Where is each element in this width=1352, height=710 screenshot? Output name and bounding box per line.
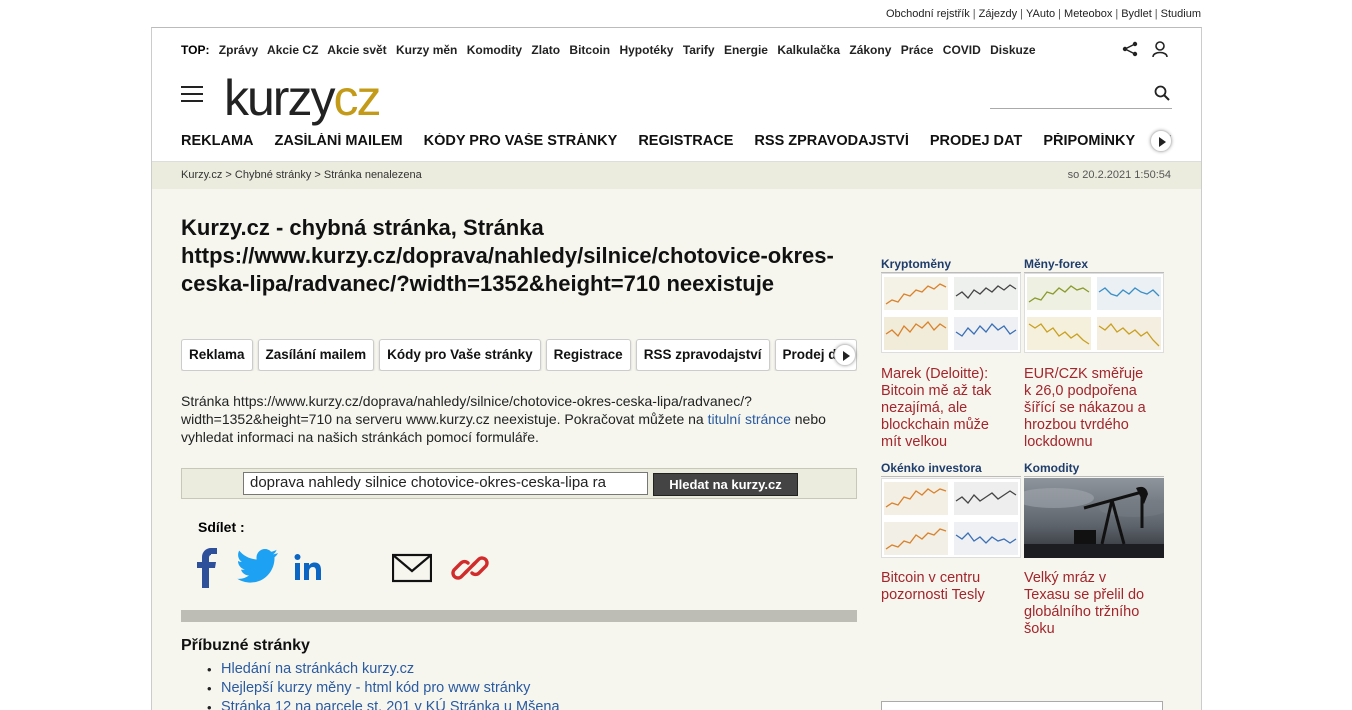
top-nav-item[interactable]: Diskuze [990,43,1035,57]
breadcrumb[interactable]: Kurzy.cz > Chybné stránky > Stránka nena… [181,169,422,181]
category-komodity[interactable]: Komodity [1024,461,1164,477]
top-nav-item[interactable]: COVID [943,43,981,57]
util-link-rejstrik[interactable]: Obchodní rejstřík [886,8,970,20]
util-link-studium[interactable]: Studium [1161,8,1201,20]
search-icon[interactable] [1154,85,1170,101]
main-nav-item[interactable]: KÓDY PRO VAŠE STRÁNKY [424,133,618,149]
pill-scroll-right-icon[interactable] [834,344,856,366]
divider-bar [181,610,857,622]
top-nav-item[interactable]: Práce [901,43,934,57]
email-icon[interactable] [392,548,432,588]
related-heading: Příbuzné stránky [181,637,310,654]
util-link-bydlet[interactable]: Bydlet [1121,8,1152,20]
related-link[interactable]: Nejlepší kurzy měny - html kód pro www s… [221,680,530,696]
homepage-link[interactable]: titulní stránce [708,411,791,427]
utility-links: Obchodní rejstřík | Zájezdy | YAuto | Meteobox… [886,8,1201,20]
main-nav-item[interactable]: PRODEJ DAT [930,133,1022,149]
top-nav-item[interactable]: Zlato [531,43,560,57]
news-link-texas-frost[interactable]: Velký mráz v Texasu se přelil do globáln… [1024,570,1154,640]
related-link[interactable]: Hledání na stránkách kurzy.cz [221,661,414,677]
page-card: TOP: Zprávy Akcie CZ Akcie svět Kurzy mě… [151,27,1202,710]
facebook-icon[interactable] [194,548,220,588]
pill-button-reklama[interactable]: Reklama [181,339,253,371]
pill-button-registrace[interactable]: Registrace [545,339,631,371]
page-title: Kurzy.cz - chybná stránka, Stránka https… [181,215,834,296]
news-link-bitcoin-deloitte[interactable]: Marek (Deloitte): Bitcoin mě až tak neza… [881,366,1011,452]
news-link-eur-czk[interactable]: EUR/CZK směřuje k 26,0 podpořena šířící … [1024,366,1154,452]
share-icon[interactable] [1122,41,1138,57]
header: TOP: Zprávy Akcie CZ Akcie svět Kurzy mě… [152,28,1201,161]
main-nav-item[interactable]: ZASÍLÁNÍ MAILEM [275,133,403,149]
top-nav-item[interactable]: Kalkulačka [777,43,840,57]
twitter-icon[interactable] [237,548,279,584]
search-box: doprava nahledy silnice chotovice-okres-… [181,468,857,499]
investor-charts-thumbnail[interactable] [881,478,1021,558]
copy-link-icon[interactable] [450,548,490,588]
linkedin-icon[interactable] [294,548,322,588]
top-nav-item[interactable]: Zákony [849,43,891,57]
top-nav-item[interactable]: Energie [724,43,768,57]
pill-button-kody[interactable]: Kódy pro Vaše stránky [379,339,541,371]
main-nav-item[interactable]: REGISTRACE [638,133,733,149]
search-button[interactable]: Hledat na kurzy.cz [653,473,798,496]
pill-button-mail[interactable]: Zasílání mailem [257,339,375,371]
forex-charts-thumbnail[interactable] [1024,273,1164,353]
kurzy-logo[interactable]: kurzycz [224,68,381,128]
top-nav-item[interactable]: Akcie CZ [267,43,318,57]
util-link-yauto[interactable]: YAuto [1026,8,1055,20]
news-link-bitcoin-tesla[interactable]: Bitcoin v centru pozornosti Tesly [881,570,1011,606]
top-nav-item[interactable]: Hypotéky [619,43,673,57]
main-nav-item[interactable]: REKLAMA [181,133,254,149]
top-nav-item[interactable]: Zprávy [219,43,258,57]
datetime: so 20.2.2021 1:50:54 [1067,169,1171,181]
util-link-zajezdy[interactable]: Zájezdy [979,8,1018,20]
top-nav-item[interactable]: Kurzy měn [396,43,457,57]
main-nav-item[interactable]: RSS ZPRAVODAJSTVÍ [754,133,908,149]
top-nav-item[interactable]: Tarify [683,43,715,57]
top-nav-item[interactable]: Akcie svět [327,43,386,57]
category-kryptomeny[interactable]: Kryptoměny [881,257,1021,273]
hamburger-menu-icon[interactable] [181,86,203,104]
top-nav-item[interactable]: Komodity [467,43,522,57]
crypto-charts-thumbnail[interactable] [881,273,1021,353]
main-nav-item[interactable]: PŘIPOMÍNKY [1043,133,1135,149]
share-label: Sdílet : [198,519,245,535]
oil-pump-photo[interactable] [1024,478,1164,558]
main-nav-scroll-right-icon[interactable] [1150,130,1172,152]
pill-button-row: Reklama Zasílání mailem Kódy pro Vaše strá… [181,339,857,371]
category-meny-forex[interactable]: Měny-forex [1024,257,1164,273]
util-link-meteobox[interactable]: Meteobox [1064,8,1112,20]
top-nav: TOP: Zprávy Akcie CZ Akcie svět Kurzy mě… [181,43,1042,57]
related-link[interactable]: Stránka 12 na parcele st. 201 v KÚ Strán… [221,699,560,710]
related-list: Hledání na stránkách kurzy.cz Nejlepší k… [207,660,560,710]
list-item: Nejlepší kurzy měny - html kód pro www s… [207,679,560,698]
breadcrumb-bar: Kurzy.cz > Chybné stránky > Stránka nena… [152,161,1201,189]
pill-button-rss[interactable]: RSS zpravodajství [635,339,770,371]
search-input[interactable]: doprava nahledy silnice chotovice-okres-… [243,472,648,495]
header-search-input[interactable] [990,81,1172,109]
error-paragraph: Stránka https://www.kurzy.cz/doprava/nah… [181,393,826,445]
main-nav: REKLAMA ZASÍLÁNÍ MAILEM KÓDY PRO VAŠE ST… [181,133,1171,153]
category-okenko-investora[interactable]: Okénko investora [881,461,1021,477]
top-nav-item[interactable]: Bitcoin [569,43,610,57]
list-item: Hledání na stránkách kurzy.cz [207,660,560,679]
sidebar-widget-box [881,701,1163,710]
user-icon[interactable] [1151,40,1169,58]
top-nav-label: TOP: [181,43,210,57]
list-item: Stránka 12 na parcele st. 201 v KÚ Strán… [207,698,560,710]
